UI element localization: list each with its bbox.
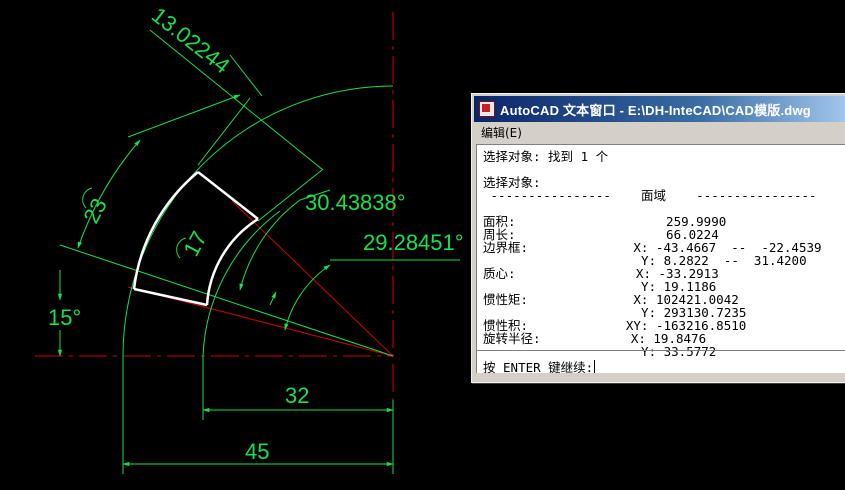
dim-radius-17-label: 17: [178, 227, 212, 260]
dim-angle-15-label: 15°: [48, 305, 81, 330]
command-separator: [477, 350, 845, 351]
command-history-area[interactable]: 选择对象: 找到 1 个 选择对象: ---------------- 面域 -…: [476, 144, 845, 373]
output-line: 选择对象: 找到 1 个: [483, 149, 609, 164]
menu-bar: 编辑(E): [475, 123, 845, 141]
command-prompt-line[interactable]: 按 ENTER 键继续:: [483, 357, 596, 373]
dim-angle-29-label: 29.28451°: [363, 230, 464, 255]
autocad-text-window[interactable]: AutoCAD 文本窗口 - E:\DH-InteCAD\CAD模版.dwg 编…: [471, 93, 845, 383]
dim-radius-23-label: 23: [78, 194, 112, 227]
command-output-text: 选择对象: 找到 1 个 选择对象: ---------------- 面域 -…: [483, 150, 822, 358]
window-title: AutoCAD 文本窗口 - E:\DH-InteCAD\CAD模版.dwg: [500, 102, 811, 118]
command-prompt: 按 ENTER 键继续:: [483, 360, 594, 373]
menu-edit[interactable]: 编辑(E): [475, 124, 528, 141]
dim-45-label: 45: [245, 439, 269, 464]
text-cursor: [594, 359, 596, 373]
window-titlebar[interactable]: AutoCAD 文本窗口 - E:\DH-InteCAD\CAD模版.dwg: [474, 96, 845, 122]
dim-arc-length-label: 13.02244: [147, 2, 235, 78]
dim-angle-30-label: 30.43838°: [305, 190, 406, 215]
dim-32-label: 32: [285, 383, 309, 408]
output-line: ---------------- 面域 ----------------: [483, 188, 817, 203]
autocad-app-icon: [479, 101, 495, 117]
